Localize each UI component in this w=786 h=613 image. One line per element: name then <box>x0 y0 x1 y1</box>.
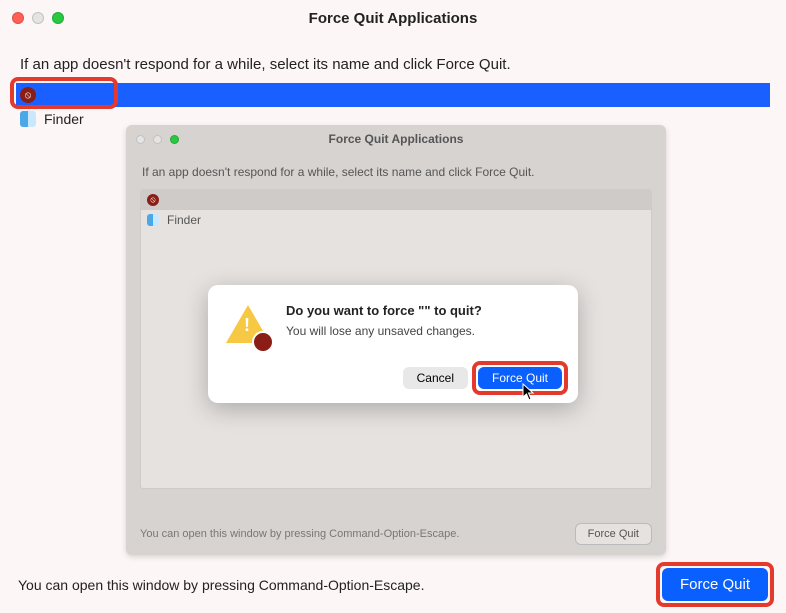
force-quit-window-inner: Force Quit Applications If an app doesn'… <box>126 125 666 555</box>
window-title: Force Quit Applications <box>126 132 666 146</box>
list-item-label: Finder <box>44 111 84 127</box>
confirm-dialog: ! Do you want to force "" to quit? You w… <box>208 285 578 403</box>
unresponsive-app-icon: ⦸ <box>147 194 159 206</box>
force-quit-button[interactable]: Force Quit <box>662 568 768 601</box>
titlebar: Force Quit Applications <box>126 125 666 153</box>
unresponsive-app-icon: ⦸ <box>20 87 36 103</box>
finder-icon <box>147 214 159 226</box>
application-list: ⦸ Finder <box>16 83 770 131</box>
instruction-text: If an app doesn't respond for a while, s… <box>0 36 786 81</box>
force-quit-button[interactable]: Force Quit <box>575 523 652 545</box>
force-quit-window-outer: Force Quit Applications If an app doesn'… <box>0 0 786 613</box>
dialog-subtext: You will lose any unsaved changes. <box>286 324 482 338</box>
instruction-text: If an app doesn't respond for a while, s… <box>126 153 666 185</box>
hint-text: You can open this window by pressing Com… <box>140 528 459 540</box>
force-quit-confirm-button[interactable]: Force Quit <box>478 367 562 389</box>
cancel-button[interactable]: Cancel <box>403 367 468 389</box>
window-footer: You can open this window by pressing Com… <box>140 523 652 545</box>
window-footer: You can open this window by pressing Com… <box>18 568 768 601</box>
list-item-selected-app[interactable]: ⦸ <box>141 190 651 210</box>
titlebar: Force Quit Applications <box>0 0 786 36</box>
window-title: Force Quit Applications <box>0 10 786 27</box>
list-item-finder[interactable]: Finder <box>141 210 651 230</box>
hint-text: You can open this window by pressing Com… <box>18 577 425 593</box>
warning-icon: ! <box>224 303 272 351</box>
list-item-selected-app[interactable]: ⦸ <box>16 83 770 107</box>
finder-icon <box>20 111 36 127</box>
dialog-question: Do you want to force "" to quit? <box>286 303 482 318</box>
list-item-label: Finder <box>167 213 201 227</box>
